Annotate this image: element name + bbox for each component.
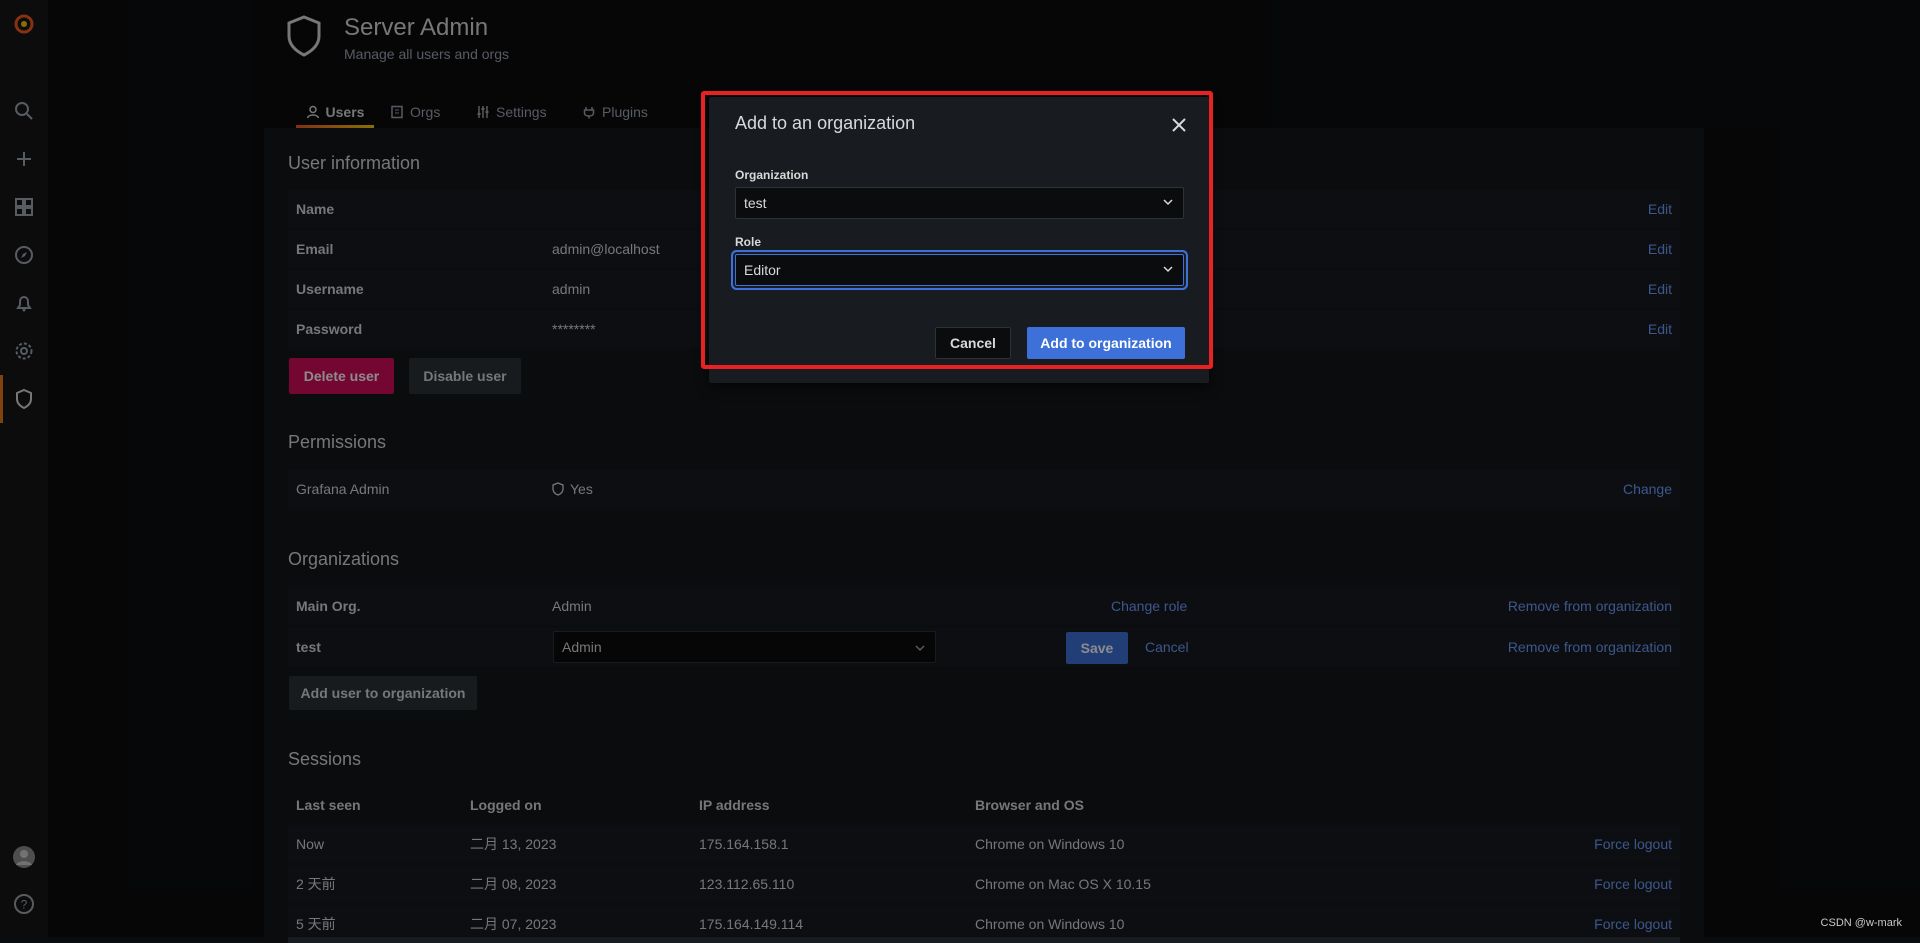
watermark: CSDN @w-mark — [1820, 917, 1902, 929]
annotation-highlight-box — [701, 91, 1213, 369]
